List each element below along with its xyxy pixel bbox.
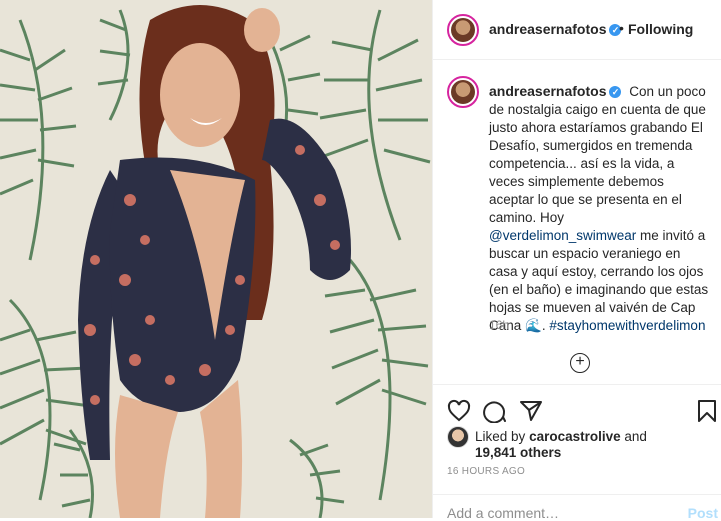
liker-avatar[interactable]: [447, 426, 469, 448]
liked-by-line: Liked by carocastrolive and: [475, 429, 647, 444]
author-avatar[interactable]: [447, 14, 479, 46]
liked-by-user[interactable]: carocastrolive: [529, 429, 621, 444]
post-photo[interactable]: [0, 0, 432, 518]
wave-emoji: 🌊: [525, 318, 542, 333]
bookmark-icon[interactable]: [697, 399, 717, 423]
heart-icon[interactable]: [447, 399, 471, 423]
caption-mention-link[interactable]: @verdelimon_swimwear: [489, 228, 636, 243]
caption-avatar[interactable]: [447, 76, 479, 108]
caption-username[interactable]: andreasernafotos ✓: [489, 83, 622, 99]
caption-text: Con un poco de nostalgia caigo en cuenta…: [489, 84, 706, 225]
posted-time[interactable]: 16 HOURS AGO: [447, 466, 525, 477]
comment-box: Add a comment… Post: [433, 494, 721, 521]
following-button[interactable]: Following: [628, 21, 693, 37]
plus-circle-icon[interactable]: +: [570, 353, 590, 373]
caption-hashtag-link[interactable]: #stayhomewithverdelimon: [549, 318, 705, 333]
post-caption: andreasernafotos ✓ Con un poco de nostalg…: [489, 83, 709, 333]
comment-input[interactable]: Add a comment…: [447, 505, 559, 521]
post-sidebar: andreasernafotos ✓ • Following andreasern…: [432, 0, 721, 521]
share-icon[interactable]: [519, 399, 543, 423]
photo-image: [0, 0, 432, 518]
comment-icon[interactable]: [483, 399, 507, 423]
author-username[interactable]: andreasernafotos ✓: [489, 21, 622, 37]
caption-time[interactable]: 16h: [489, 318, 509, 332]
follow-separator: •: [619, 20, 624, 36]
likes-count[interactable]: 19,841 others: [475, 445, 561, 460]
post-comment-button[interactable]: Post: [688, 505, 718, 521]
post-header: andreasernafotos ✓ • Following: [433, 0, 721, 60]
verified-badge-icon: ✓: [609, 86, 622, 99]
